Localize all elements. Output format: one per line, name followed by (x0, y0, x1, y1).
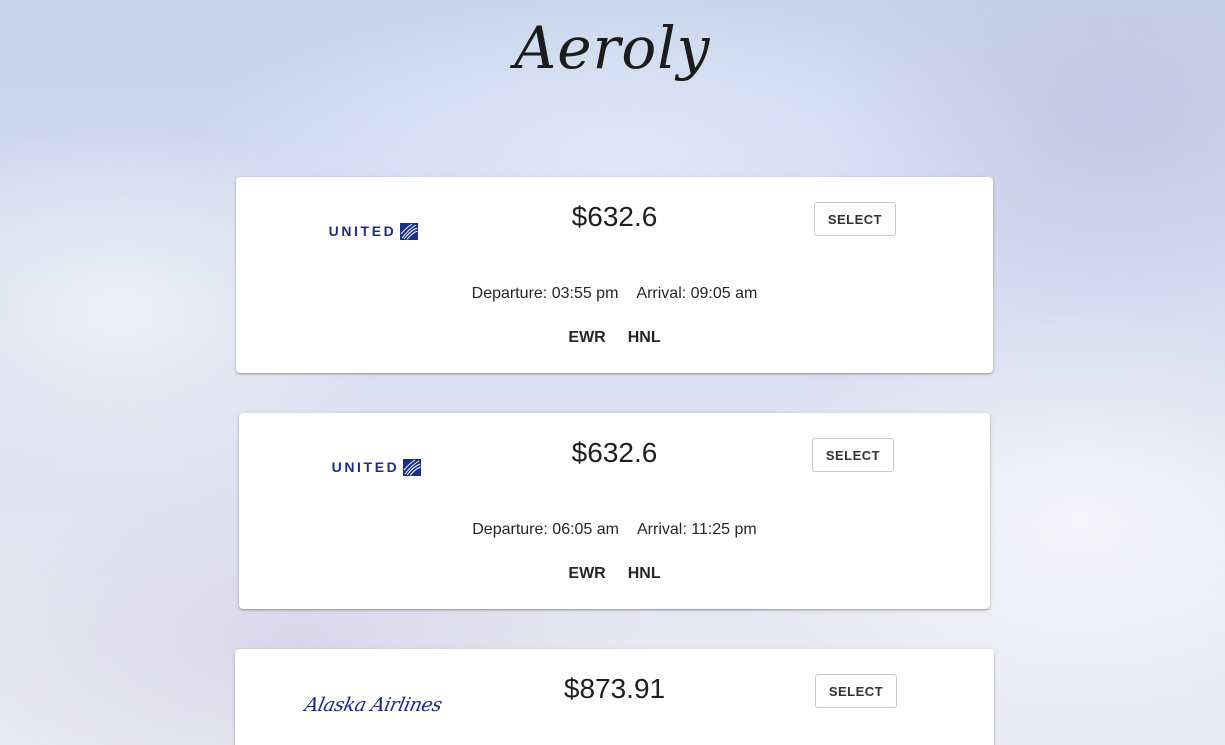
select-flight-button[interactable]: SELECT (815, 674, 897, 708)
flight-card: UNITED $632.6 SELECT Departure: 06:05 am… (239, 413, 990, 609)
flight-times: Departure: 03:55 pm Arrival: 09:05 am (236, 285, 993, 303)
departure-time: Departure: 06:05 am (472, 521, 619, 538)
route-codes: EWR HNL (239, 565, 990, 583)
origin-code: EWR (568, 329, 606, 346)
app-logo-title: Aeroly (514, 14, 711, 82)
flight-card: UNITED $632.6 SELECT Departure: 03:55 pm… (236, 177, 993, 373)
arrival-time: Arrival: 11:25 pm (637, 521, 757, 538)
origin-code: EWR (568, 565, 606, 582)
route-codes: EWR HNL (236, 329, 993, 347)
destination-code: HNL (627, 565, 661, 582)
arrival-time: Arrival: 09:05 am (636, 285, 758, 302)
select-flight-button[interactable]: SELECT (814, 202, 896, 236)
destination-code: HNL (627, 329, 661, 346)
departure-time: Departure: 03:55 pm (471, 285, 619, 302)
flight-card: Alaska Airlines $873.91 SELECT (235, 649, 994, 745)
select-flight-button[interactable]: SELECT (812, 438, 894, 472)
flight-times: Departure: 06:05 am Arrival: 11:25 pm (239, 521, 990, 539)
